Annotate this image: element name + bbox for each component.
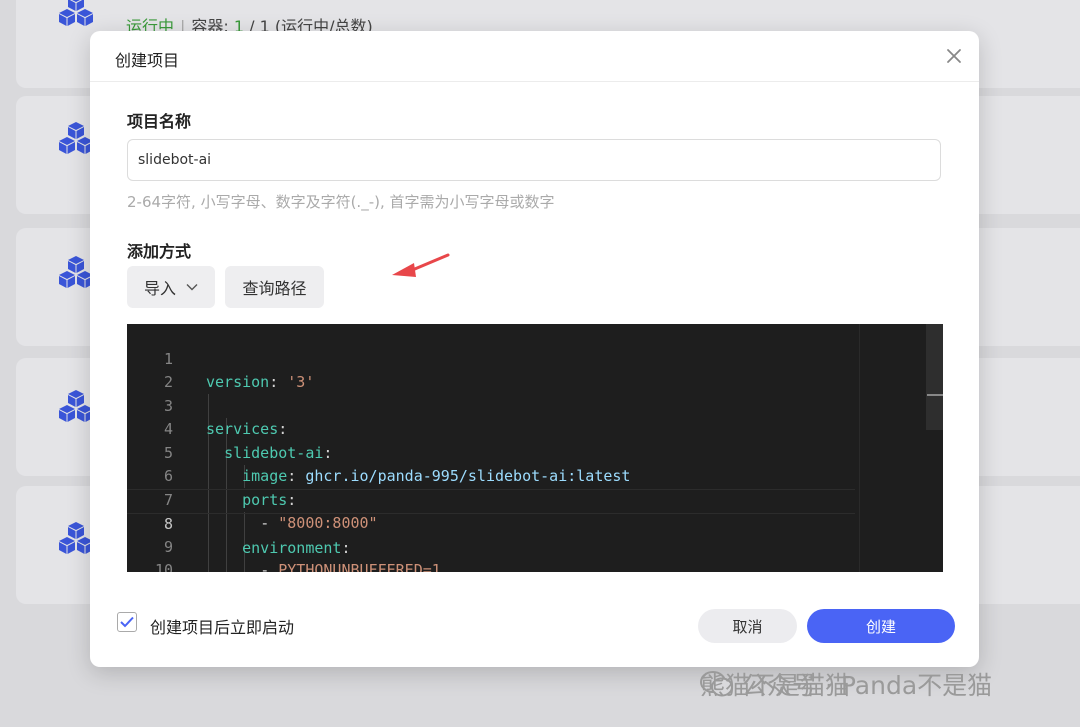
checkmark-icon [120,616,134,628]
query-path-button[interactable]: 查询路径 [225,266,324,308]
dialog-title: 创建项目 [115,51,180,70]
create-project-dialog: 创建项目 项目名称 2-64字符, 小写字母、数字及字符(._-), 首字需为小… [90,31,979,667]
project-name-input[interactable] [127,139,941,181]
compose-yaml-editor[interactable]: 1 version: '3' 2 3 services: 4 slidebot-… [127,324,943,572]
chevron-down-icon [186,284,198,291]
close-icon[interactable] [941,43,967,69]
cubes-icon [59,256,93,288]
cubes-icon [59,522,93,554]
add-method-label: 添加方式 [127,242,192,261]
minimap-slider[interactable] [926,324,943,430]
import-dropdown-label: 导入 [143,279,176,298]
cancel-button[interactable]: 取消 [698,609,797,643]
project-name-hint: 2-64字符, 小写字母、数字及字符(._-), 首字需为小写字母或数字 [127,193,555,211]
autostart-checkbox[interactable] [117,612,137,632]
code-line-active: 8 environment: [127,488,855,557]
autostart-label[interactable]: 创建项目后立即启动 [150,614,294,638]
code-line: 3 services: [163,396,288,439]
code-line: 5 image: ghcr.io/panda-995/slidebot-ai:l… [163,443,631,486]
annotation-arrow-icon [392,253,450,277]
code-line: 9 - PYTHONUNBUFFERED=1 [163,537,441,573]
dialog-header: 创建项目 [90,31,979,82]
code-line: 4 slidebot-ai: [163,420,333,462]
import-dropdown[interactable]: 导入 [127,266,215,308]
code-line: 6 ports: [163,467,297,509]
code-line: 1 version: '3' [163,349,315,392]
code-line: 2 [163,373,173,391]
cubes-icon [59,122,93,154]
code-line: 7 - "8000:8000" [163,490,378,533]
editor-minimap[interactable] [859,324,943,572]
cubes-icon [59,390,93,422]
minimap-marker [927,394,943,396]
watermark-author: 熊猫不是猫猫 [700,671,851,700]
cubes-icon [59,0,93,26]
code-line: 10 - GEMINI_API_KEY=你的gemini秘钥 [154,561,173,572]
code-line: 11 - GEMINI_API_BASE=https://接口地址（请使用Mod… [127,559,855,572]
project-name-label: 项目名称 [127,112,192,131]
create-button[interactable]: 创建 [807,609,955,643]
